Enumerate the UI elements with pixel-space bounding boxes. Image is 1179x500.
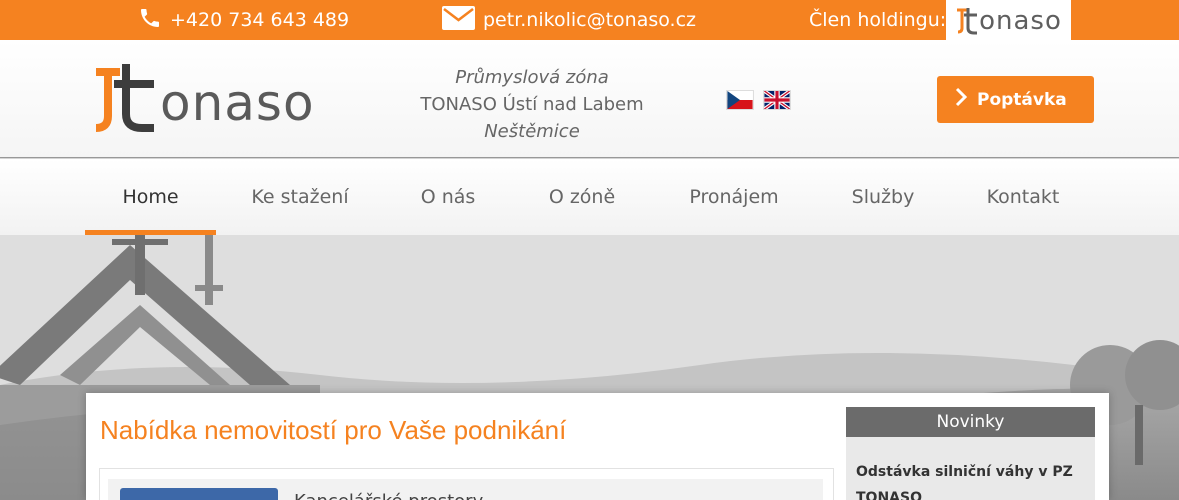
property-card[interactable]: Kancelářské prostory [108,479,823,500]
holding-logo[interactable]: onaso [946,0,1071,41]
property-thumbnail[interactable] [120,488,278,500]
inquiry-button-label: Poptávka [977,89,1067,110]
holding-label: Člen holdingu: [809,9,947,31]
nav-item-rental[interactable]: Pronájem [672,159,796,235]
nav-item-contact[interactable]: Kontakt [970,159,1076,235]
news-item[interactable]: Odstávka silniční váhy v PZ TONASO [846,437,1095,500]
envelope-icon [442,5,475,35]
inquiry-button[interactable]: Poptávka [937,76,1094,123]
uk-flag-icon[interactable] [763,90,791,110]
property-panel: Kancelářské prostory [99,468,834,500]
address-block: Průmyslová zóna TONASO Ústí nad Labem Ne… [402,64,662,145]
news-sidebar: Novinky Odstávka silniční váhy v PZ TONA… [846,407,1095,500]
news-heading: Novinky [846,407,1095,437]
site-logo[interactable]: onaso [92,62,315,132]
email-contact[interactable]: petr.nikolic@tonaso.cz [442,0,696,40]
phone-number: +420 734 643 489 [170,9,350,31]
nav-item-about[interactable]: O nás [405,159,491,235]
language-switcher [726,90,791,110]
czech-flag-icon[interactable] [726,90,754,110]
tonaso-mark-icon [957,7,978,34]
nav-item-downloads[interactable]: Ke stažení [238,159,362,235]
logo-text: onaso [160,74,315,132]
main-nav: Home Ke stažení O nás O zóně Pronájem Sl… [0,159,1179,235]
nav-item-home[interactable]: Home [85,159,216,235]
page-title: Nabídka nemovitostí pro Vaše podnikání [100,415,567,445]
tonaso-logo-icon [95,64,154,132]
address-line-1: Průmyslová zóna [455,67,609,88]
phone-contact[interactable]: +420 734 643 489 [138,0,349,40]
address-line-2: TONASO Ústí nad Labem [420,94,644,115]
site-header: onaso Průmyslová zóna TONASO Ústí nad La… [0,40,1179,158]
nav-item-services[interactable]: Služby [838,159,928,235]
main-content: Nabídka nemovitostí pro Vaše podnikání K… [86,393,1109,500]
holding-logo-text: onaso [979,5,1062,36]
email-address: petr.nikolic@tonaso.cz [483,9,696,31]
address-line-3: Neštěmice [484,121,580,142]
property-title[interactable]: Kancelářské prostory [294,491,483,500]
nav-item-zone[interactable]: O zóně [534,159,630,235]
chevron-right-icon [955,87,968,112]
phone-icon [138,6,162,35]
